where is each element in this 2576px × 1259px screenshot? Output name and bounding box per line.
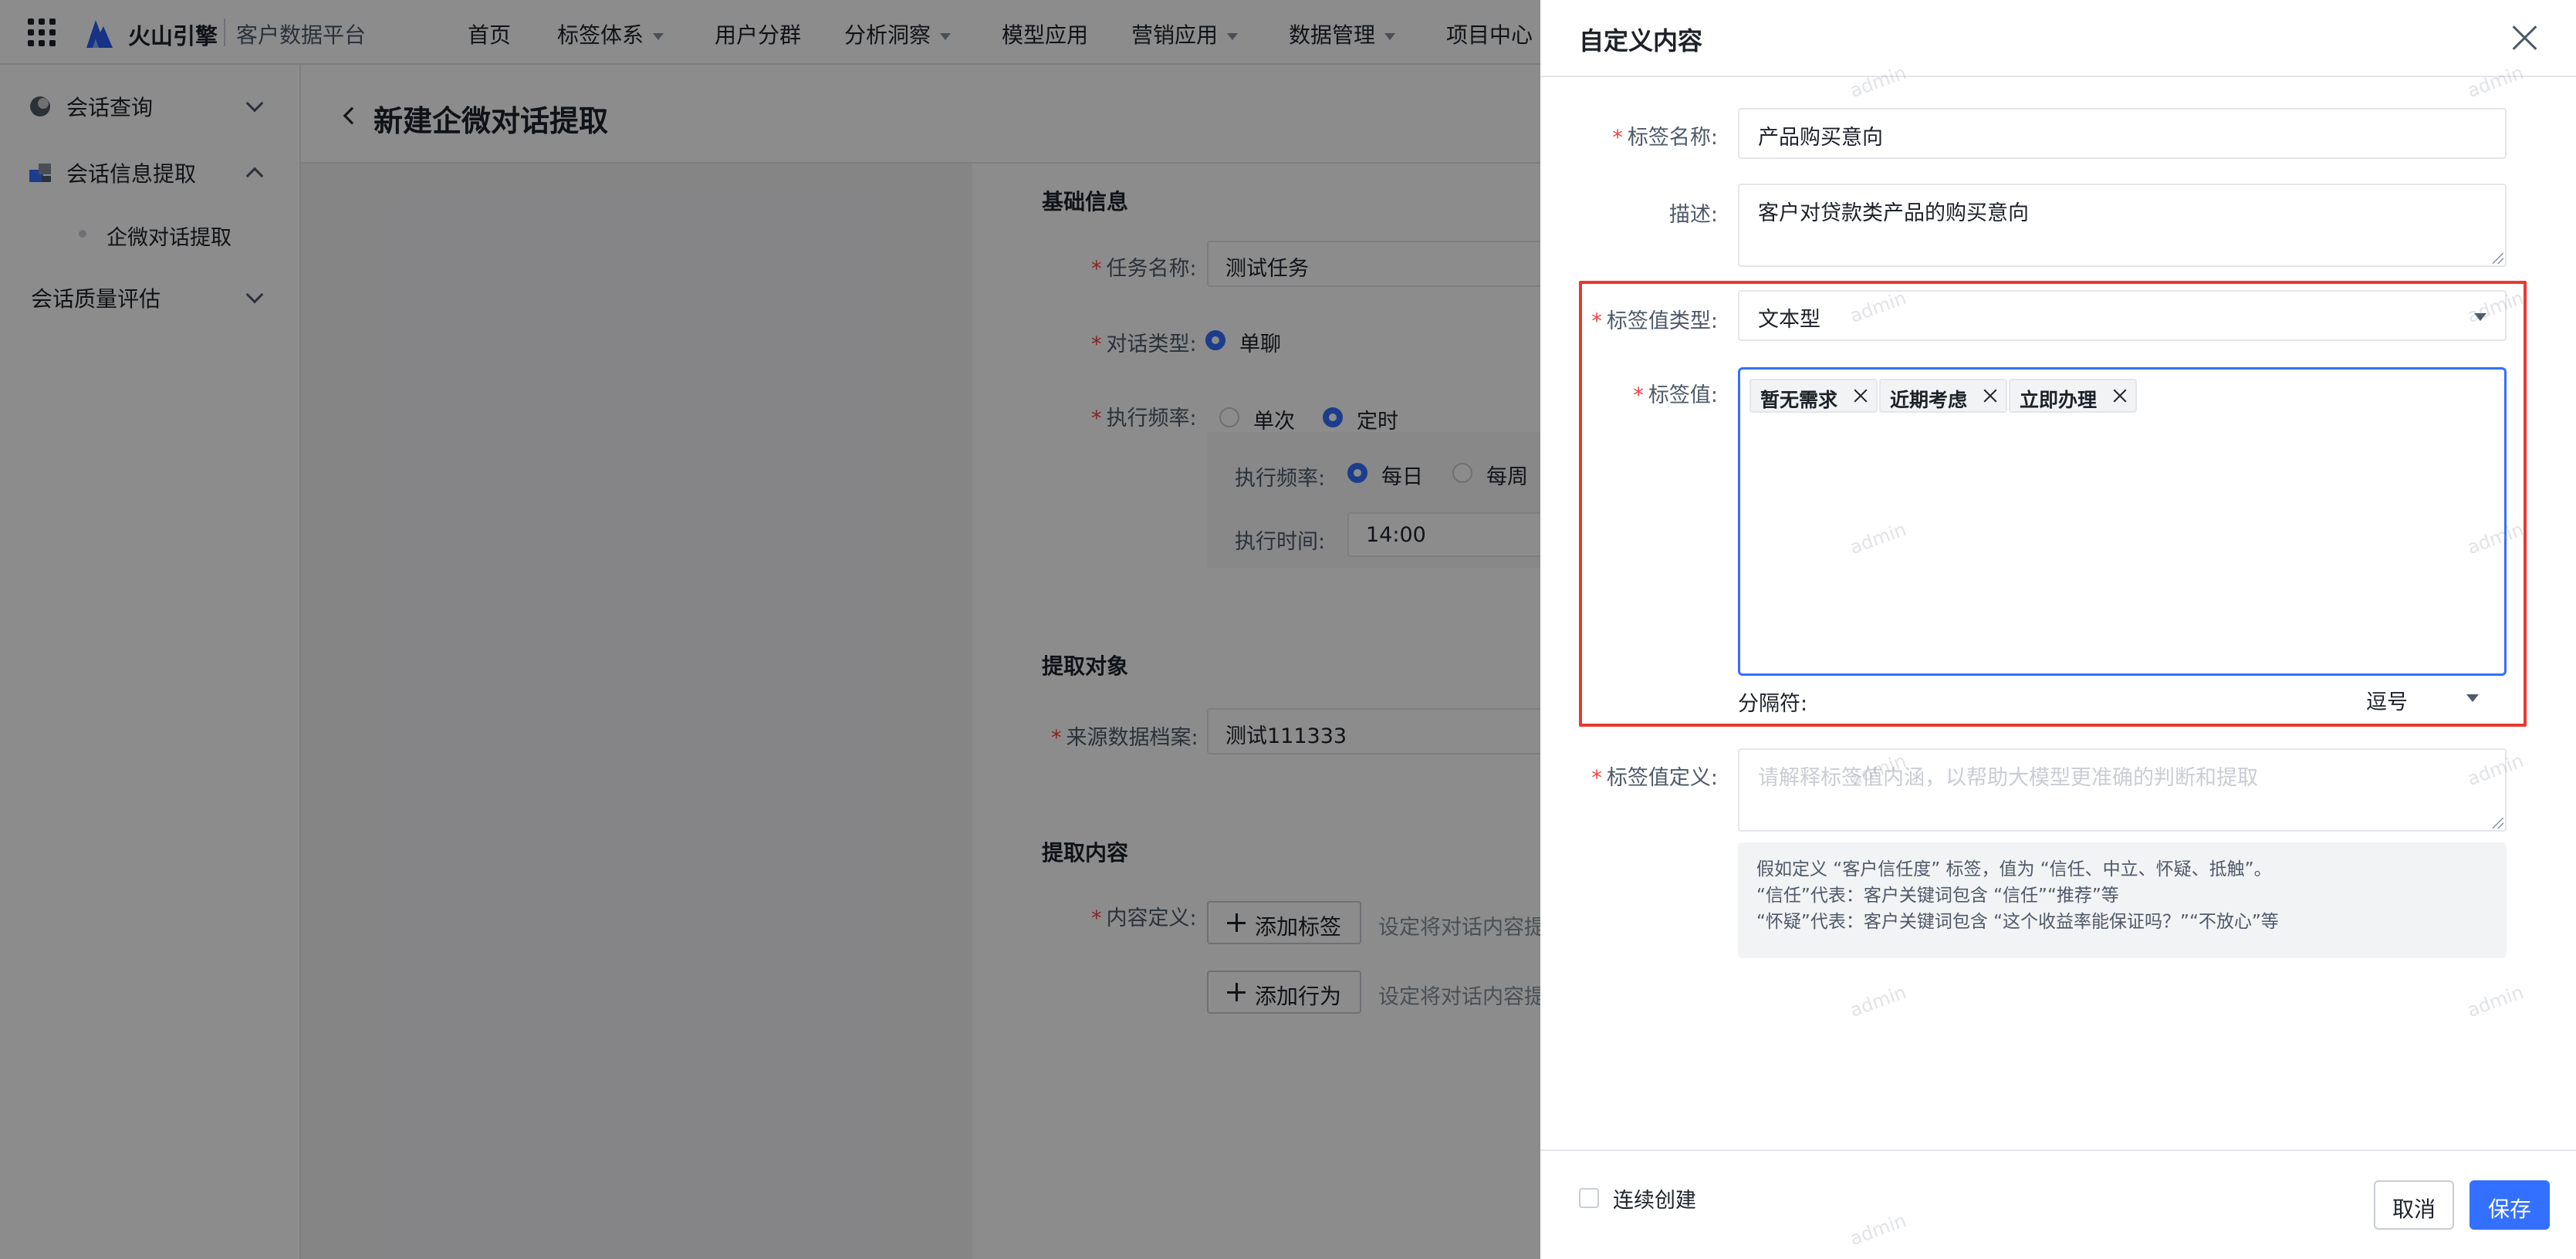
example-line: “信任”代表：客户关键词包含 “信任”“推荐”等 (1756, 886, 2119, 906)
continuous-create-label[interactable]: 连续创建 (1613, 1183, 1696, 1213)
example-line: 假如定义 “客户信任度” 标签，值为 “信任、中立、怀疑、抵触”。 (1756, 859, 2272, 879)
custom-content-drawer: 自定义内容 * 标签名称: 产品购买意向 描述: 客户对贷款类产品的购买意向 * 标… (1540, 0, 2576, 1259)
value-definition-label: * 标签值定义: (1591, 766, 1718, 790)
description-label: 描述: (1668, 203, 1718, 227)
tag-value-chip: 暂无需求 (1749, 379, 1878, 413)
remove-tag-icon[interactable] (1983, 388, 1998, 403)
caret-down-icon (2466, 694, 2479, 702)
save-button[interactable]: 保存 (2470, 1180, 2551, 1230)
tag-value-chip: 近期考虑 (1879, 379, 2008, 413)
value-definition-placeholder: 请解释标签值内涵，以帮助大模型更准确的判断和提取 (1758, 766, 2258, 790)
tag-values-label: * 标签值: (1633, 383, 1718, 407)
description-text: 客户对贷款类产品的购买意向 (1758, 201, 2029, 225)
tag-name-label: * 标签名称: (1612, 126, 1718, 150)
drawer-footer: 连续创建 取消 保存 (1540, 1149, 2576, 1259)
resize-handle-icon[interactable] (2493, 818, 2503, 829)
drawer-header: 自定义内容 (1540, 0, 2576, 77)
value-definition-textarea[interactable]: 请解释标签值内涵，以帮助大模型更准确的判断和提取 (1738, 748, 2507, 832)
watermark: admin (2464, 981, 2527, 1022)
modal-overlay[interactable] (0, 0, 1540, 1259)
tag-value-chip: 立即办理 (2009, 379, 2138, 413)
tag-name-input[interactable]: 产品购买意向 (1738, 108, 2507, 159)
tag-values-input[interactable]: 暂无需求 近期考虑 立即办理 (1738, 367, 2507, 676)
cancel-button[interactable]: 取消 (2374, 1180, 2455, 1230)
definition-example: 假如定义 “客户信任度” 标签，值为 “信任、中立、怀疑、抵触”。 “信任”代表… (1738, 842, 2507, 958)
resize-handle-icon[interactable] (2493, 253, 2503, 264)
value-type-label: * 标签值类型: (1591, 309, 1718, 333)
remove-tag-icon[interactable] (2112, 388, 2128, 403)
continuous-create-checkbox[interactable] (1579, 1188, 1599, 1208)
close-icon[interactable] (2511, 25, 2537, 51)
example-line: “怀疑”代表：客户关键词包含 “这个收益率能保证吗？”“不放心”等 (1756, 912, 2279, 932)
separator-label: 分隔符: (1738, 692, 1808, 716)
separator-select[interactable]: 逗号 (2358, 679, 2490, 719)
remove-tag-icon[interactable] (1853, 388, 1868, 403)
value-type-selected: 文本型 (1758, 308, 1820, 332)
watermark: admin (1847, 981, 1909, 1022)
drawer-title: 自定义内容 (1579, 26, 1703, 56)
separator-selected: 逗号 (2366, 690, 2408, 714)
description-textarea[interactable]: 客户对贷款类产品的购买意向 (1738, 184, 2507, 267)
